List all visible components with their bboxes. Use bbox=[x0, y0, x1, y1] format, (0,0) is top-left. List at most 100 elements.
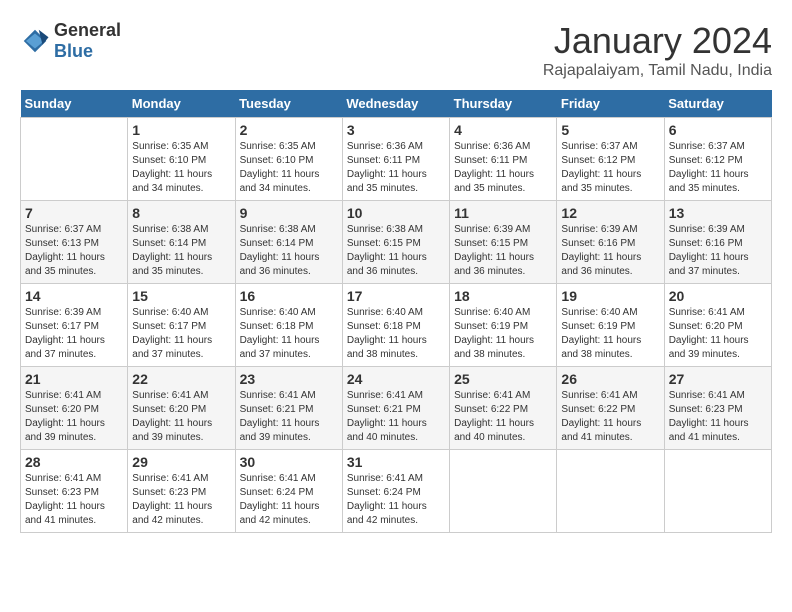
calendar-week-row: 28 Sunrise: 6:41 AMSunset: 6:23 PMDayligh… bbox=[21, 450, 772, 533]
day-number: 20 bbox=[669, 288, 767, 304]
day-info: Sunrise: 6:38 AMSunset: 6:14 PMDaylight:… bbox=[240, 223, 338, 279]
logo-blue: Blue bbox=[54, 41, 121, 62]
day-number: 25 bbox=[454, 371, 552, 387]
day-number: 30 bbox=[240, 454, 338, 470]
calendar-header-wednesday: Wednesday bbox=[342, 90, 449, 118]
day-info: Sunrise: 6:35 AMSunset: 6:10 PMDaylight:… bbox=[240, 140, 338, 196]
calendar-cell: 24 Sunrise: 6:41 AMSunset: 6:21 PMDayligh… bbox=[342, 367, 449, 450]
calendar-cell: 17 Sunrise: 6:40 AMSunset: 6:18 PMDayligh… bbox=[342, 284, 449, 367]
calendar-cell: 14Sunrise: 6:39 AMSunset: 6:17 PMDayligh… bbox=[21, 284, 128, 367]
day-number: 24 bbox=[347, 371, 445, 387]
calendar-cell: 13Sunrise: 6:39 AMSunset: 6:16 PMDayligh… bbox=[664, 201, 771, 284]
calendar-cell: 4Sunrise: 6:36 AMSunset: 6:11 PMDaylight… bbox=[450, 118, 557, 201]
calendar-cell: 9 Sunrise: 6:38 AMSunset: 6:14 PMDaylight… bbox=[235, 201, 342, 284]
day-number: 19 bbox=[561, 288, 659, 304]
calendar-cell: 29Sunrise: 6:41 AMSunset: 6:23 PMDayligh… bbox=[128, 450, 235, 533]
day-info: Sunrise: 6:40 AMSunset: 6:18 PMDaylight:… bbox=[347, 306, 445, 362]
day-number: 28 bbox=[25, 454, 123, 470]
calendar-cell: 5 Sunrise: 6:37 AMSunset: 6:12 PMDaylight… bbox=[557, 118, 664, 201]
day-info: Sunrise: 6:35 AMSunset: 6:10 PMDaylight:… bbox=[132, 140, 230, 196]
day-info: Sunrise: 6:40 AMSunset: 6:17 PMDaylight:… bbox=[132, 306, 230, 362]
calendar-cell: 12 Sunrise: 6:39 AMSunset: 6:16 PMDayligh… bbox=[557, 201, 664, 284]
day-info: Sunrise: 6:38 AMSunset: 6:14 PMDaylight:… bbox=[132, 223, 230, 279]
day-info: Sunrise: 6:37 AMSunset: 6:13 PMDaylight:… bbox=[25, 223, 123, 279]
day-number: 6 bbox=[669, 122, 767, 138]
calendar-header-sunday: Sunday bbox=[21, 90, 128, 118]
day-number: 17 bbox=[347, 288, 445, 304]
day-number: 4 bbox=[454, 122, 552, 138]
calendar-cell: 27 Sunrise: 6:41 AMSunset: 6:23 PMDayligh… bbox=[664, 367, 771, 450]
day-info: Sunrise: 6:41 AMSunset: 6:22 PMDaylight:… bbox=[454, 389, 552, 445]
day-number: 5 bbox=[561, 122, 659, 138]
day-info: Sunrise: 6:41 AMSunset: 6:23 PMDaylight:… bbox=[25, 472, 123, 528]
day-number: 9 bbox=[240, 205, 338, 221]
day-info: Sunrise: 6:36 AMSunset: 6:11 PMDaylight:… bbox=[347, 140, 445, 196]
calendar-header-friday: Friday bbox=[557, 90, 664, 118]
logo-general: General bbox=[54, 20, 121, 41]
day-number: 21 bbox=[25, 371, 123, 387]
day-number: 3 bbox=[347, 122, 445, 138]
calendar-cell: 23 Sunrise: 6:41 AMSunset: 6:21 PMDayligh… bbox=[235, 367, 342, 450]
day-info: Sunrise: 6:37 AMSunset: 6:12 PMDaylight:… bbox=[561, 140, 659, 196]
calendar-cell: 3 Sunrise: 6:36 AMSunset: 6:11 PMDaylight… bbox=[342, 118, 449, 201]
calendar-cell: 7 Sunrise: 6:37 AMSunset: 6:13 PMDaylight… bbox=[21, 201, 128, 284]
calendar-cell: 10 Sunrise: 6:38 AMSunset: 6:15 PMDayligh… bbox=[342, 201, 449, 284]
calendar-header-saturday: Saturday bbox=[664, 90, 771, 118]
logo-icon bbox=[20, 26, 50, 56]
logo-text: General Blue bbox=[54, 20, 121, 62]
day-info: Sunrise: 6:41 AMSunset: 6:20 PMDaylight:… bbox=[132, 389, 230, 445]
calendar-cell: 30 Sunrise: 6:41 AMSunset: 6:24 PMDayligh… bbox=[235, 450, 342, 533]
calendar-cell: 26Sunrise: 6:41 AMSunset: 6:22 PMDayligh… bbox=[557, 367, 664, 450]
calendar-cell bbox=[557, 450, 664, 533]
day-info: Sunrise: 6:39 AMSunset: 6:16 PMDaylight:… bbox=[669, 223, 767, 279]
day-info: Sunrise: 6:39 AMSunset: 6:17 PMDaylight:… bbox=[25, 306, 123, 362]
day-info: Sunrise: 6:41 AMSunset: 6:23 PMDaylight:… bbox=[132, 472, 230, 528]
day-number: 22 bbox=[132, 371, 230, 387]
calendar-cell bbox=[664, 450, 771, 533]
day-number: 26 bbox=[561, 371, 659, 387]
calendar-cell: 18Sunrise: 6:40 AMSunset: 6:19 PMDayligh… bbox=[450, 284, 557, 367]
calendar-cell: 19 Sunrise: 6:40 AMSunset: 6:19 PMDayligh… bbox=[557, 284, 664, 367]
day-number: 1 bbox=[132, 122, 230, 138]
calendar-header-thursday: Thursday bbox=[450, 90, 557, 118]
day-info: Sunrise: 6:40 AMSunset: 6:19 PMDaylight:… bbox=[561, 306, 659, 362]
calendar-cell: 8 Sunrise: 6:38 AMSunset: 6:14 PMDaylight… bbox=[128, 201, 235, 284]
calendar-cell: 28 Sunrise: 6:41 AMSunset: 6:23 PMDayligh… bbox=[21, 450, 128, 533]
day-number: 12 bbox=[561, 205, 659, 221]
calendar-cell bbox=[21, 118, 128, 201]
day-number: 23 bbox=[240, 371, 338, 387]
day-number: 27 bbox=[669, 371, 767, 387]
calendar-cell bbox=[450, 450, 557, 533]
location-subtitle: Rajapalaiyam, Tamil Nadu, India bbox=[543, 62, 772, 80]
day-info: Sunrise: 6:41 AMSunset: 6:20 PMDaylight:… bbox=[669, 306, 767, 362]
day-info: Sunrise: 6:39 AMSunset: 6:15 PMDaylight:… bbox=[454, 223, 552, 279]
day-info: Sunrise: 6:41 AMSunset: 6:20 PMDaylight:… bbox=[25, 389, 123, 445]
calendar-cell: 1 Sunrise: 6:35 AMSunset: 6:10 PMDaylight… bbox=[128, 118, 235, 201]
day-info: Sunrise: 6:41 AMSunset: 6:23 PMDaylight:… bbox=[669, 389, 767, 445]
day-number: 7 bbox=[25, 205, 123, 221]
day-info: Sunrise: 6:39 AMSunset: 6:16 PMDaylight:… bbox=[561, 223, 659, 279]
logo: General Blue bbox=[20, 20, 121, 62]
month-title: January 2024 bbox=[543, 20, 772, 62]
page-header: General Blue January 2024 Rajapalaiyam, … bbox=[20, 20, 772, 80]
day-info: Sunrise: 6:41 AMSunset: 6:24 PMDaylight:… bbox=[240, 472, 338, 528]
day-info: Sunrise: 6:41 AMSunset: 6:24 PMDaylight:… bbox=[347, 472, 445, 528]
day-number: 8 bbox=[132, 205, 230, 221]
calendar-table: SundayMondayTuesdayWednesdayThursdayFrid… bbox=[20, 90, 772, 533]
day-number: 18 bbox=[454, 288, 552, 304]
day-number: 10 bbox=[347, 205, 445, 221]
day-info: Sunrise: 6:41 AMSunset: 6:21 PMDaylight:… bbox=[240, 389, 338, 445]
day-info: Sunrise: 6:38 AMSunset: 6:15 PMDaylight:… bbox=[347, 223, 445, 279]
day-info: Sunrise: 6:40 AMSunset: 6:18 PMDaylight:… bbox=[240, 306, 338, 362]
calendar-header-row: SundayMondayTuesdayWednesdayThursdayFrid… bbox=[21, 90, 772, 118]
calendar-week-row: 21 Sunrise: 6:41 AMSunset: 6:20 PMDayligh… bbox=[21, 367, 772, 450]
calendar-cell: 15Sunrise: 6:40 AMSunset: 6:17 PMDayligh… bbox=[128, 284, 235, 367]
calendar-header-monday: Monday bbox=[128, 90, 235, 118]
calendar-cell: 6 Sunrise: 6:37 AMSunset: 6:12 PMDaylight… bbox=[664, 118, 771, 201]
calendar-cell: 2 Sunrise: 6:35 AMSunset: 6:10 PMDaylight… bbox=[235, 118, 342, 201]
day-info: Sunrise: 6:37 AMSunset: 6:12 PMDaylight:… bbox=[669, 140, 767, 196]
day-info: Sunrise: 6:41 AMSunset: 6:21 PMDaylight:… bbox=[347, 389, 445, 445]
day-number: 2 bbox=[240, 122, 338, 138]
day-number: 16 bbox=[240, 288, 338, 304]
day-number: 11 bbox=[454, 205, 552, 221]
